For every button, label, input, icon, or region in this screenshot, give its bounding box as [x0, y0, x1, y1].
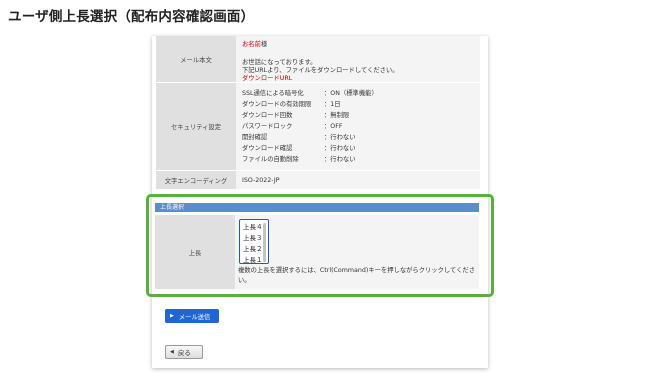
encoding-label: 文字エンコーディング: [156, 171, 236, 189]
mail-body-value: お名前様 お世話になっております。 下記URLより、ファイルをダウンロードしてく…: [236, 36, 480, 82]
supervisor-selection-section: 上長選択 上長 上長４ 上長３ 上長２ 上長１ 複数の上長を選択するには、Ctr…: [146, 194, 494, 297]
back-button[interactable]: ◀ 戻る: [165, 345, 203, 359]
page-title: ユーザ側上長選択（配布内容確認画面）: [8, 9, 255, 25]
security-setting: SSL通信による暗号化 ：ON（標準機能）: [242, 90, 378, 97]
listbox-option[interactable]: 上長２: [243, 243, 263, 253]
selection-help-text: 複数の上長を選択するには、Ctrl(Command)キーを押しながらクリックして…: [238, 267, 476, 284]
recipient-name: お名前: [242, 41, 261, 48]
security-setting: ダウンロードの有効期限 ：1日: [242, 101, 341, 108]
security-setting: ダウンロード回数 ：無制限: [242, 112, 350, 119]
section-header: 上長選択: [155, 203, 479, 212]
play-arrow-icon: ▶: [170, 313, 174, 319]
send-mail-label: メール送信: [178, 313, 211, 321]
listbox-scrollbar[interactable]: [263, 223, 266, 262]
honorific: 様: [260, 41, 268, 48]
listbox-option[interactable]: 上長１: [243, 254, 263, 264]
security-value: SSL通信による暗号化 ：ON（標準機能） ダウンロードの有効期限 ：1日 ダウンロ…: [236, 83, 480, 170]
security-row: セキュリティ設定 SSL通信による暗号化 ：ON（標準機能） ダウンロードの有効期…: [156, 83, 480, 170]
mail-body-row: メール本文 お名前様 お世話になっております。 下記URLより、ファイルをダウン…: [156, 36, 480, 82]
supervisor-value: 上長４ 上長３ 上長２ 上長１ 複数の上長を選択するには、Ctrl(Comman…: [235, 215, 479, 289]
send-mail-button[interactable]: ▶ メール送信: [165, 309, 219, 323]
security-setting: 開封確認 ：行わない: [242, 134, 356, 141]
listbox-option[interactable]: 上長３: [243, 232, 263, 242]
back-label: 戻る: [177, 349, 191, 357]
supervisor-label: 上長: [155, 215, 235, 289]
listbox-option[interactable]: 上長４: [243, 221, 263, 231]
back-arrow-icon: ◀: [170, 349, 174, 355]
mail-body-label: メール本文: [156, 36, 236, 82]
security-setting: ファイルの自動削除 ：行わない: [242, 156, 356, 163]
security-label: セキュリティ設定: [156, 83, 236, 170]
supervisor-listbox[interactable]: 上長４ 上長３ 上長２ 上長１: [239, 219, 269, 264]
encoding-row: 文字エンコーディング ISO-2022-JP: [156, 171, 480, 189]
encoding-text: ISO-2022-JP: [242, 176, 280, 184]
security-setting: ダウンロード確認 ：行わない: [242, 145, 356, 152]
security-setting: パスワードロック ：OFF: [242, 123, 343, 130]
encoding-value: ISO-2022-JP: [236, 171, 480, 189]
download-url: ダウンロードURL: [242, 75, 293, 82]
